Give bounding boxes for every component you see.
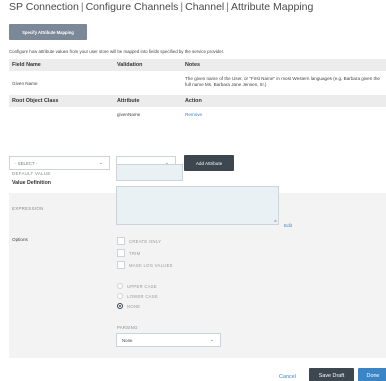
column-header-field-name: Field Name	[12, 62, 41, 68]
done-button[interactable]: Done	[358, 368, 386, 381]
specify-attribute-mapping-button[interactable]: Specify Attribute Mapping	[9, 24, 87, 40]
remove-attribute-link[interactable]: Remove	[185, 112, 202, 118]
none-case-radio[interactable]	[117, 303, 123, 309]
upper-case-label: UPPER CASE	[127, 284, 157, 289]
breadcrumb-item-channel[interactable]: Channel	[185, 1, 224, 13]
upper-case-radio[interactable]	[117, 283, 123, 289]
mask-log-values-label: MASK LOG VALUES	[129, 263, 173, 268]
breadcrumb-separator: |	[226, 1, 229, 13]
notes-cell: The given name of the User, or "First Na…	[185, 76, 380, 88]
parsing-label: PARSING	[117, 325, 138, 330]
trim-checkbox[interactable]	[117, 249, 125, 257]
trim-label: TRIM	[129, 251, 141, 256]
create-only-checkbox[interactable]	[117, 237, 125, 245]
value-definition-title: Value Definition	[12, 180, 51, 186]
default-value-label: DEFAULT VALUE	[12, 171, 51, 176]
resize-grip-icon[interactable]: ≑	[274, 218, 277, 223]
mask-log-values-checkbox[interactable]	[117, 261, 125, 269]
page-description: Configure how attribute values from your…	[9, 49, 225, 54]
parsing-select[interactable]: None ⌄	[116, 333, 221, 347]
breadcrumb-separator: |	[80, 1, 84, 13]
breadcrumb-item-sp-connection[interactable]: SP Connection	[9, 1, 79, 13]
add-attribute-button[interactable]: Add Attribute	[184, 155, 234, 171]
column-header-validation: Validation	[117, 62, 143, 68]
expression-label: EXPRESSION	[12, 206, 44, 211]
parsing-select-value: None	[122, 337, 133, 343]
create-only-label: CREATE ONLY	[129, 239, 162, 244]
chevron-down-icon: ⌄	[98, 160, 103, 166]
column-header-action: Action	[185, 98, 202, 104]
attribute-cell: givenName	[117, 112, 141, 117]
default-value-input[interactable]	[116, 164, 183, 181]
chevron-down-icon: ⌄	[209, 337, 214, 343]
expression-textarea[interactable]: ≑	[116, 186, 279, 225]
breadcrumb-item-configure-channels[interactable]: Configure Channels	[86, 1, 179, 13]
none-case-label: NONE	[127, 304, 141, 309]
fields-table-header: Field Name Validation Notes	[9, 59, 386, 71]
lower-case-radio[interactable]	[117, 293, 123, 299]
column-header-attribute: Attribute	[117, 98, 140, 104]
column-header-notes: Notes	[185, 62, 200, 68]
cancel-button[interactable]: Cancel	[279, 374, 296, 380]
save-draft-button[interactable]: Save Draft	[309, 368, 354, 381]
column-header-root-object-class: Root Object Class	[12, 98, 59, 104]
breadcrumb: SP Connection | Configure Channels | Channel…	[9, 1, 313, 13]
lower-case-label: LOWER CASE	[127, 294, 158, 299]
root-object-class-select[interactable]: - SELECT - ⌄	[9, 156, 110, 170]
breadcrumb-item-attribute-mapping: Attribute Mapping	[231, 1, 314, 13]
root-table-header: Root Object Class Attribute Action	[9, 95, 386, 107]
root-object-class-select-value: - SELECT -	[15, 160, 38, 166]
field-name-cell: Given Name	[12, 81, 38, 86]
edit-expression-link[interactable]: Edit	[284, 223, 292, 228]
options-label: Options	[12, 237, 28, 242]
